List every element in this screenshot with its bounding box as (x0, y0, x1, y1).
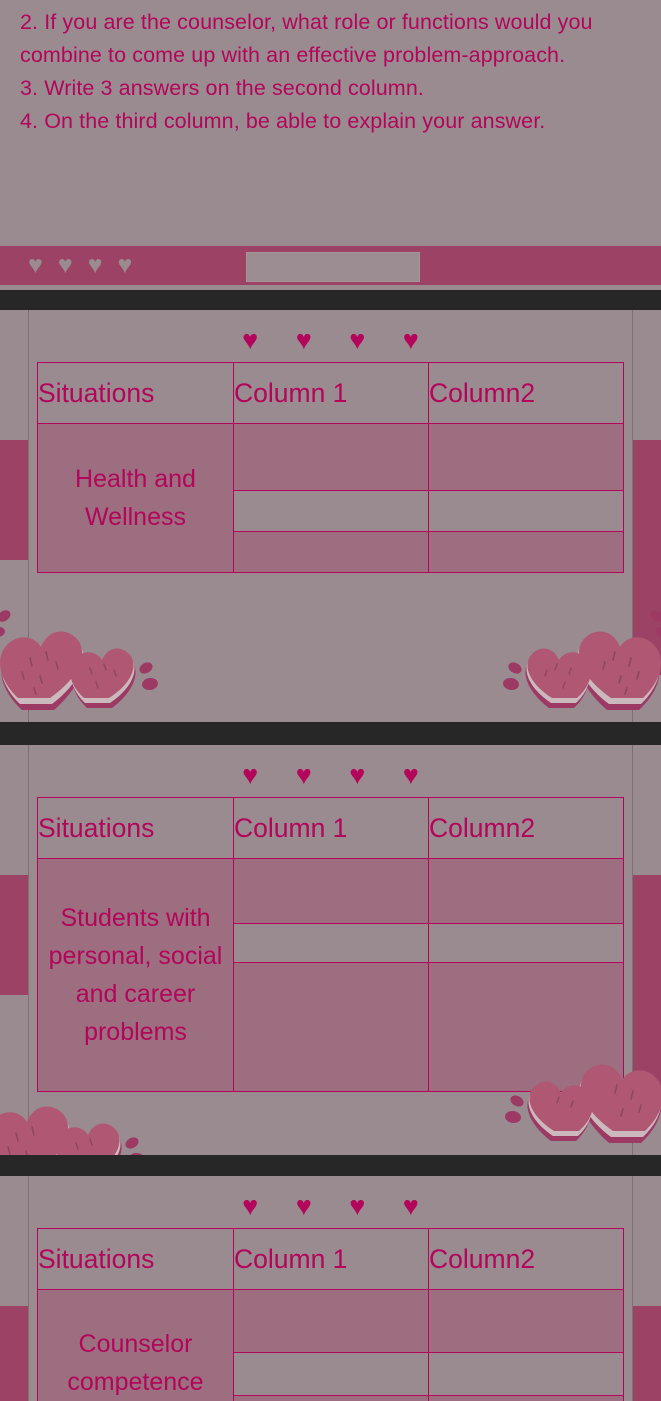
situation-cell: Health and Wellness (37, 423, 234, 573)
table-header-column2: Column2 (428, 362, 624, 424)
answer-cell-col2[interactable] (428, 923, 624, 963)
answer-cell-col2[interactable] (428, 962, 624, 1092)
heart-icon: ♥ (117, 251, 133, 279)
table-header-situations: Situations (37, 362, 234, 424)
answer-cell-col1[interactable] (233, 858, 429, 924)
worksheet-slide-students-with-problems: ♥ ♥ ♥ ♥ Situations Column 1 Column2 Stud… (0, 745, 661, 1155)
answer-cell-col1[interactable] (233, 1289, 429, 1353)
answer-cell-col1[interactable] (233, 531, 429, 573)
slide-divider (0, 722, 661, 745)
answer-cell-col2[interactable] (428, 423, 624, 491)
worksheet-slide-counselor-competence: ♥ ♥ ♥ ♥ Situations Column 1 Column2 Coun… (0, 1176, 661, 1401)
intro-footer-strip: ♥ ♥ ♥ ♥ (0, 246, 661, 285)
table-header-column2: Column2 (428, 797, 624, 859)
heart-decoration-row: ♥ ♥ ♥ ♥ (242, 760, 434, 790)
page-rail-left (28, 745, 29, 1155)
page-tab-left (0, 875, 28, 995)
answer-cell-col1[interactable] (233, 490, 429, 532)
table-header-column1: Column 1 (233, 362, 429, 424)
worksheet-table: Situations Column 1 Column2 Counselor co… (37, 1228, 624, 1401)
heart-icon: ♥ (57, 251, 73, 279)
answer-cell-col2[interactable] (428, 1395, 624, 1401)
instruction-line-2: 2. If you are the counselor, what role o… (20, 10, 593, 67)
page-tab-left (0, 440, 28, 560)
page-rail-left (28, 1176, 29, 1401)
answer-cell-col1[interactable] (233, 423, 429, 491)
instructions-slide: 2. If you are the counselor, what role o… (0, 0, 661, 290)
footer-heart-group: ♥ ♥ ♥ ♥ (28, 253, 132, 278)
answer-cell-col2[interactable] (428, 1352, 624, 1396)
worksheet-slide-health-and-wellness: ♥ ♥ ♥ ♥ Situations Column 1 Column2 Heal… (0, 310, 661, 722)
worksheet-table: Situations Column 1 Column2 Students wit… (37, 797, 624, 1092)
instruction-line-3: 3. Write 3 answers on the second column. (20, 76, 424, 100)
slide-divider (0, 290, 661, 310)
table-header-column1: Column 1 (233, 797, 429, 859)
heart-icon: ♥ (87, 251, 103, 279)
table-header-row: Situations Column 1 Column2 (37, 797, 624, 859)
table-header-column1: Column 1 (233, 1228, 429, 1290)
heart-cluster-left (0, 600, 172, 710)
table-row: Counselor competence (37, 1289, 624, 1401)
situation-cell: Students with personal, social and caree… (37, 858, 234, 1092)
instructions-text: 2. If you are the counselor, what role o… (0, 0, 661, 138)
answer-cell-col1[interactable] (233, 923, 429, 963)
heart-icon: ♥ (28, 251, 43, 279)
page-tab-right (633, 440, 661, 675)
answer-cell-col1[interactable] (233, 962, 429, 1092)
page-rail-left (28, 310, 29, 722)
table-header-situations: Situations (37, 797, 234, 859)
table-row: Students with personal, social and caree… (37, 858, 624, 1092)
footer-placeholder-box (246, 252, 420, 282)
page-tab-right (633, 875, 661, 1110)
answer-cell-col2[interactable] (428, 531, 624, 573)
slide-divider (0, 1155, 661, 1176)
page-tab-right (633, 1306, 661, 1401)
table-header-row: Situations Column 1 Column2 (37, 362, 624, 424)
instruction-line-4: 4. On the third column, be able to expla… (20, 109, 546, 133)
heart-decoration-row: ♥ ♥ ♥ ♥ (242, 325, 434, 355)
answer-cell-col1[interactable] (233, 1395, 429, 1401)
answer-cell-col2[interactable] (428, 490, 624, 532)
table-header-row: Situations Column 1 Column2 (37, 1228, 624, 1290)
situation-cell: Counselor competence (37, 1289, 234, 1401)
answer-cell-col2[interactable] (428, 858, 624, 924)
worksheet-table: Situations Column 1 Column2 Health and W… (37, 362, 624, 573)
answer-cell-col2[interactable] (428, 1289, 624, 1353)
answer-cell-col1[interactable] (233, 1352, 429, 1396)
table-header-situations: Situations (37, 1228, 234, 1290)
table-header-column2: Column2 (428, 1228, 624, 1290)
heart-decoration-row: ♥ ♥ ♥ ♥ (242, 1191, 434, 1221)
table-row: Health and Wellness (37, 423, 624, 573)
page-tab-left (0, 1306, 28, 1401)
